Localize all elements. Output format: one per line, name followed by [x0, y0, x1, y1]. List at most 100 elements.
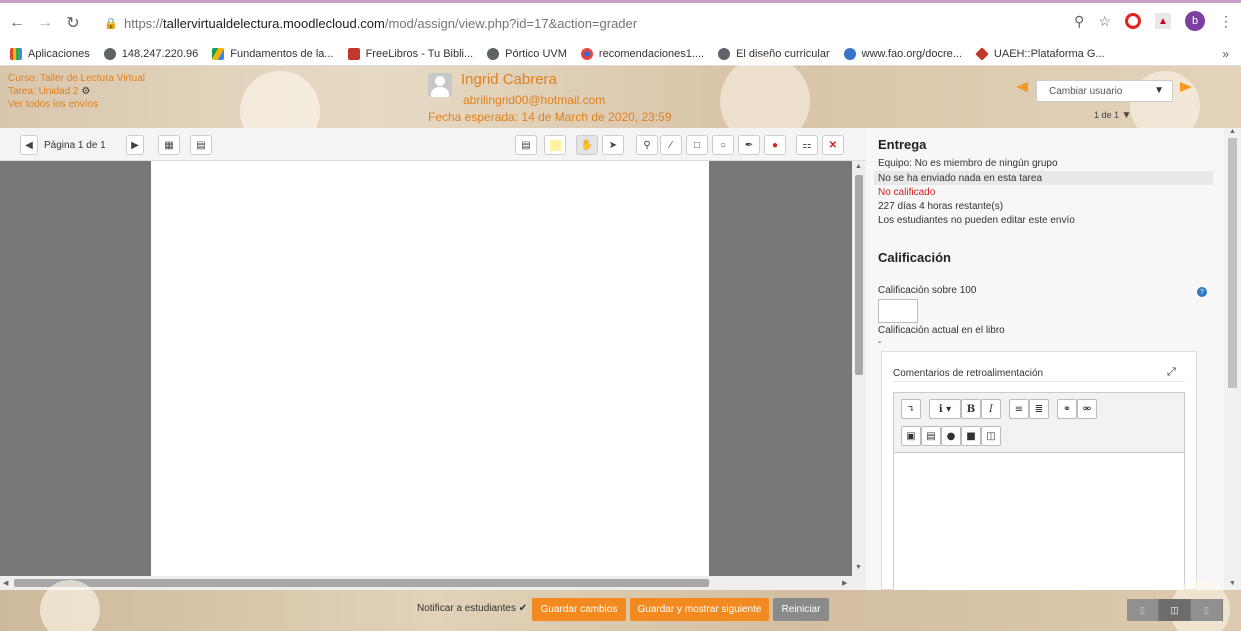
bookmark-ip[interactable]: 148.247.220.96	[103, 47, 198, 60]
panel-scroll-down-icon[interactable]: ▼	[1229, 580, 1236, 587]
bookmark-freelibros[interactable]: FreeLibros - Tu Bibli...	[347, 47, 473, 60]
user-name[interactable]: Ingrid Cabrera	[461, 71, 557, 88]
comment-tool-button[interactable]: ▤	[515, 135, 537, 155]
view-all-link[interactable]: Ver todos los envíos	[8, 98, 145, 111]
profile-avatar[interactable]: b	[1185, 11, 1205, 31]
user-count: 1 de 1 ▼	[1094, 110, 1132, 121]
user-avatar	[428, 73, 452, 97]
back-arrow-icon[interactable]: ←	[6, 12, 28, 34]
italic-button[interactable]: I	[981, 399, 1001, 419]
bookmark-fao[interactable]: www.fao.org/docre...	[843, 47, 962, 60]
gear-icon[interactable]: ⚙	[81, 86, 90, 97]
scroll-up-icon[interactable]: ▲	[855, 163, 862, 170]
team-info: Equipo: No es miembro de ningún grupo	[878, 158, 1058, 169]
apps-grid-icon	[10, 47, 22, 60]
reset-button[interactable]: Reiniciar	[773, 598, 829, 621]
line-tool-button[interactable]: ∕	[660, 135, 682, 155]
uaeh-icon	[975, 46, 989, 61]
paragraph-style-button[interactable]: i ▾	[929, 399, 961, 419]
reload-icon[interactable]: ↻	[62, 12, 84, 34]
pan-tool-button[interactable]: ✋	[576, 135, 598, 155]
pdf-extension-icon[interactable]: ▲	[1155, 13, 1171, 29]
filter-icon[interactable]: ▼	[1122, 110, 1132, 121]
rectangle-tool-button[interactable]: □	[686, 135, 708, 155]
previous-user-icon[interactable]	[1016, 82, 1028, 92]
scroll-left-icon[interactable]: ◀	[3, 579, 8, 587]
document-vertical-scrollbar[interactable]: ▲ ▼	[852, 161, 866, 576]
lock-icon: 🔒	[104, 17, 118, 30]
change-user-select[interactable]: Cambiar usuario ▼	[1036, 80, 1173, 102]
oval-tool-button[interactable]: ○	[712, 135, 734, 155]
next-user-icon[interactable]	[1180, 82, 1192, 92]
globe-icon	[487, 47, 500, 60]
edit-note: Los estudiantes no pueden editar este en…	[878, 215, 1075, 226]
gradebook-value: -	[878, 337, 882, 348]
select-tool-button[interactable]: ➤	[602, 135, 624, 155]
save-and-next-button[interactable]: Guardar y mostrar siguiente	[630, 598, 769, 621]
delete-tool-button[interactable]: ✕	[822, 135, 844, 155]
task-link[interactable]: Tarea: Unidad 2 ⚙	[8, 85, 145, 98]
forward-arrow-icon[interactable]: →	[34, 12, 56, 34]
star-icon[interactable]: ☆	[1098, 13, 1111, 30]
toolbar-toggle-button[interactable]: ↴	[901, 399, 921, 419]
panel-scroll-up-icon[interactable]: ▲	[1229, 128, 1236, 135]
bookmark-uaeh[interactable]: UAEH::Plataforma G...	[975, 46, 1105, 61]
bold-button[interactable]: B	[961, 399, 981, 419]
expand-comments-button[interactable]: ▤	[190, 135, 212, 155]
drive-icon	[212, 47, 225, 60]
unlink-button[interactable]: ⚮	[1077, 399, 1097, 419]
menu-kebab-icon[interactable]: ⋮	[1219, 13, 1233, 30]
course-link[interactable]: Curso: Taller de Lectura Virtual	[8, 72, 145, 85]
pdf-page[interactable]	[151, 161, 709, 576]
manage-files-button[interactable]: ◫	[981, 426, 1001, 446]
url-path: /mod/assign/view.php?id=17&action=grader	[384, 15, 638, 31]
grade-heading: Calificación	[878, 250, 951, 265]
save-button[interactable]: Guardar cambios	[532, 598, 626, 621]
bookmark-aplicaciones[interactable]: Aplicaciones	[10, 47, 90, 60]
address-bar[interactable]: 🔒 https://tallervirtualdelectura.moodlec…	[104, 11, 1204, 35]
notify-students-checkbox[interactable]: Notificar a estudiantes ✔	[417, 603, 527, 614]
search-comments-button[interactable]: ▦	[158, 135, 180, 155]
bookmarks-more-button[interactable]: »	[1222, 47, 1229, 61]
zoom-icon[interactable]: ⚲	[1074, 13, 1084, 30]
color-drop-button[interactable]: ●	[764, 135, 786, 155]
annotation-toolbar: ◀ Página 1 de 1 ▶ ▦ ▤ ▤ ✋ ➤ ⚲ ∕ □ ○ ✒ ● …	[0, 128, 866, 161]
media-button[interactable]: ▤	[921, 426, 941, 446]
browser-toolbar: ← → ↻ 🔒 https://tallervirtualdelectura.m…	[0, 0, 1241, 42]
image-button[interactable]: ▣	[901, 426, 921, 446]
feedback-editor[interactable]	[893, 453, 1185, 591]
eye-icon	[580, 47, 593, 60]
layout-collapse-grade-button[interactable]: ▯	[1127, 599, 1159, 621]
previous-page-button[interactable]: ◀	[20, 135, 38, 155]
opera-extension-icon[interactable]	[1125, 13, 1141, 29]
next-page-button[interactable]: ▶	[126, 135, 144, 155]
panel-scrollbar[interactable]: ▲ ▼	[1224, 128, 1241, 590]
time-remaining: 227 días 4 horas restante(s)	[878, 201, 1004, 212]
record-video-button[interactable]: ■	[961, 426, 981, 446]
pen-tool-button[interactable]: ✒	[738, 135, 760, 155]
help-icon[interactable]: ?	[1197, 287, 1207, 297]
user-email[interactable]: abrilingrid00@hotmail.com	[463, 93, 605, 107]
grade-input[interactable]	[878, 299, 918, 323]
url-host: tallervirtualdelectura.moodlecloud.com	[163, 15, 385, 31]
bullet-list-button[interactable]: ≡	[1009, 399, 1029, 419]
bookmark-recomendaciones[interactable]: recomendaciones1....	[580, 47, 704, 60]
layout-default-button[interactable]: ◫	[1159, 599, 1191, 621]
stamp-search-button[interactable]: ⚲	[636, 135, 658, 155]
bookmark-fundamentos[interactable]: Fundamentos de la...	[212, 47, 334, 60]
expand-icon[interactable]: ⤢	[1167, 366, 1176, 379]
checkbox-checked-icon[interactable]: ✔	[519, 603, 527, 614]
bookmarks-bar: Aplicaciones 148.247.220.96 Fundamentos …	[0, 42, 1241, 66]
scroll-right-icon[interactable]: ▶	[842, 579, 847, 587]
page-indicator[interactable]: Página 1 de 1	[44, 135, 106, 155]
link-button[interactable]: ⚭	[1057, 399, 1077, 419]
comment-color-button[interactable]	[544, 135, 566, 155]
scroll-down-icon[interactable]: ▼	[855, 564, 862, 571]
bookmark-portico[interactable]: Pórtico UVM	[487, 47, 567, 60]
document-horizontal-scrollbar[interactable]: ◀ ▶	[0, 576, 866, 590]
layout-collapse-review-button[interactable]: ▯	[1191, 599, 1223, 621]
stamp-tool-button[interactable]: ⚏	[796, 135, 818, 155]
grading-status: No calificado	[878, 187, 936, 198]
numbered-list-button[interactable]: ≣	[1029, 399, 1049, 419]
record-audio-button[interactable]: ●	[941, 426, 961, 446]
